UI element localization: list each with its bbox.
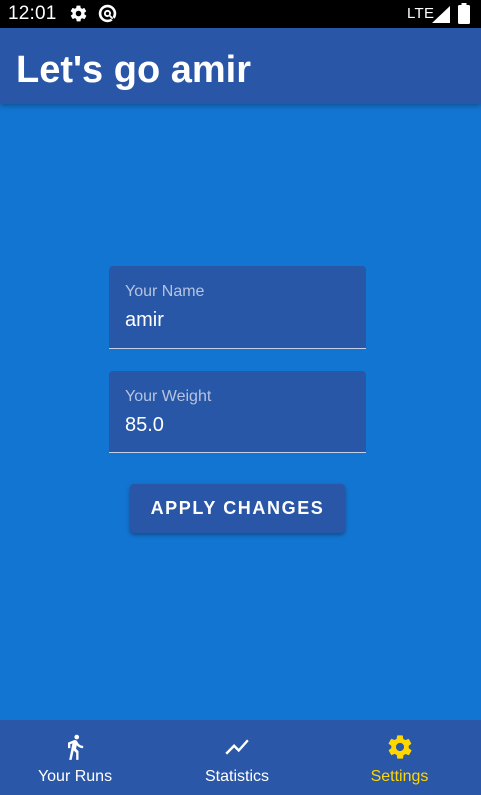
nav-your-runs[interactable]: Your Runs — [0, 720, 160, 795]
weight-field[interactable]: Your Weight — [109, 371, 366, 453]
name-input[interactable] — [125, 308, 351, 332]
name-field[interactable]: Your Name — [109, 266, 366, 349]
bottom-navigation: Your Runs Statistics Settings — [0, 720, 481, 795]
apply-changes-button[interactable]: APPLY CHANGES — [130, 484, 345, 533]
data-saver-icon — [98, 4, 117, 23]
nav-settings[interactable]: Settings — [320, 720, 481, 795]
nav-statistics[interactable]: Statistics — [160, 720, 320, 795]
name-field-label: Your Name — [125, 283, 205, 300]
nav-your-runs-label: Your Runs — [37, 768, 113, 785]
status-time: 12:01 — [8, 3, 57, 24]
battery-icon — [458, 3, 470, 24]
trending-up-icon — [225, 739, 249, 755]
app-bar: Let's go amir — [0, 28, 481, 104]
weight-field-label: Your Weight — [125, 388, 212, 405]
signal-icon — [432, 6, 450, 23]
gear-icon — [388, 735, 412, 759]
network-type: LTE — [407, 5, 435, 22]
nav-settings-label: Settings — [370, 768, 429, 785]
settings-icon — [70, 5, 87, 22]
page-title: Let's go amir — [16, 49, 251, 91]
status-bar: 12:01 LTE — [0, 0, 481, 28]
nav-statistics-label: Statistics — [204, 768, 269, 785]
weight-input[interactable] — [125, 413, 351, 437]
settings-content: Your Name Your Weight APPLY CHANGES — [0, 104, 481, 720]
run-icon — [68, 734, 84, 760]
